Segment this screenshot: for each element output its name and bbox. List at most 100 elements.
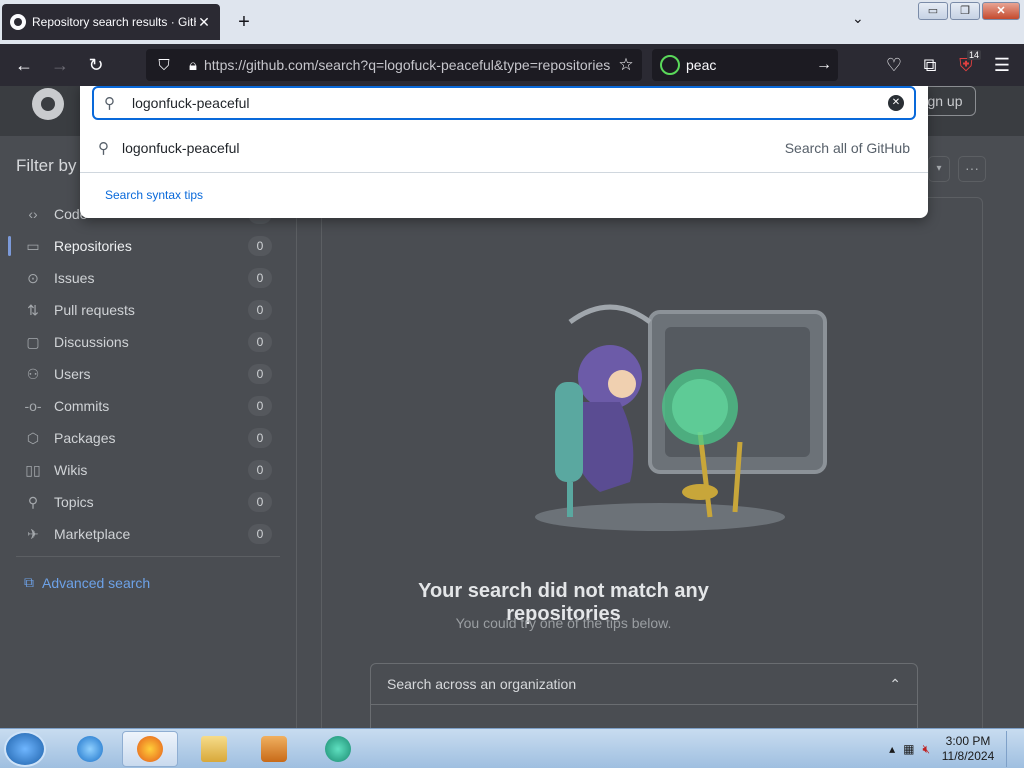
shield-icon[interactable]: ⛉	[146, 57, 182, 74]
search-across-org-accordion[interactable]: Search across an organization ⌃	[370, 663, 918, 705]
close-window-button[interactable]: ✕	[982, 2, 1020, 20]
clock-date: 11/8/2024	[941, 749, 995, 763]
sidebar-item-issues[interactable]: ⊙ Issues 0	[8, 262, 284, 294]
accordion-label: Search across an organization	[387, 676, 577, 692]
internet-explorer-taskbar-icon[interactable]	[62, 731, 118, 767]
sidebar-item-label: Marketplace	[54, 526, 131, 542]
sidebar-item-marketplace[interactable]: ✈ Marketplace 0	[8, 518, 284, 550]
sidebar-item-packages[interactable]: ⬡ Packages 0	[8, 422, 284, 454]
repo-icon: ▭	[26, 237, 40, 254]
search-icon: ⚲	[104, 95, 115, 112]
people-icon: ⚇	[26, 365, 40, 382]
search-syntax-tips-link[interactable]: Search syntax tips	[105, 188, 203, 202]
window-controls: ▭ ❐ ✕	[918, 2, 1020, 20]
package-icon: ⬡	[26, 429, 40, 446]
browser-search-query[interactable]: peac	[686, 57, 810, 73]
sidebar-item-pull-requests[interactable]: ⇅ Pull requests 0	[8, 294, 284, 326]
count-badge: 0	[248, 236, 272, 256]
more-options-icon[interactable]: ···	[958, 156, 986, 182]
start-button[interactable]	[4, 731, 46, 767]
sidebar-item-label: Wikis	[54, 462, 88, 478]
search-suggestions-dialog: ⚲ logonfuck-peaceful ✕ ⚲ logonfuck-peace…	[80, 86, 928, 218]
sidebar-item-topics[interactable]: ⚲ Topics 0	[8, 486, 284, 518]
browser-search-box[interactable]: peac →	[652, 49, 838, 81]
browser-tab-strip: Repository search results · GitHub ✕ + ⌄…	[0, 0, 1024, 44]
sort-dropdown-chevron-icon[interactable]: ▾	[928, 156, 950, 182]
search-suggestion-item[interactable]: ⚲ logonfuck-peaceful Search all of GitHu…	[80, 130, 928, 166]
media-player-taskbar-icon[interactable]	[246, 731, 302, 767]
hamburger-menu-icon[interactable]: ☰	[984, 47, 1020, 83]
search-input-value[interactable]: logonfuck-peaceful	[132, 95, 888, 111]
sidebar-border	[296, 170, 297, 728]
mona-telescope-illustration	[535, 304, 827, 531]
extensions-puzzle-icon[interactable]: ⧉	[912, 47, 948, 83]
firefox-taskbar-icon[interactable]	[122, 731, 178, 767]
sidebar-item-repositories[interactable]: ▭ Repositories 0	[8, 230, 284, 262]
dialog-divider	[80, 172, 928, 173]
show-hidden-icons-icon[interactable]: ▴	[889, 742, 895, 756]
clock[interactable]: 3:00 PM 11/8/2024	[938, 734, 998, 764]
tag-icon: ⚲	[27, 493, 39, 510]
sidebar-item-label: Issues	[54, 270, 95, 286]
sidebar-item-discussions[interactable]: ▢ Discussions 0	[8, 326, 284, 358]
sidebar-item-label: Topics	[54, 494, 94, 510]
volume-muted-icon[interactable]: 🔇︎	[922, 742, 930, 757]
toolbar-right: ♡ ⧉ ⛨ 14 ☰	[876, 47, 1020, 83]
tab-title: Repository search results · GitHub	[32, 15, 196, 29]
sidebar-item-label: Commits	[54, 398, 110, 414]
count-badge: 0	[248, 428, 272, 448]
new-tab-button[interactable]: +	[232, 10, 256, 34]
sidebar-divider	[16, 556, 280, 557]
issue-icon: ⊙	[27, 269, 39, 286]
sidebar-item-label: Discussions	[54, 334, 129, 350]
count-badge: 0	[248, 364, 272, 384]
count-badge: 0	[248, 268, 272, 288]
list-all-tabs-button[interactable]: ⌄	[852, 10, 864, 27]
rocket-icon: ✈	[27, 525, 39, 542]
back-arrow-icon[interactable]: ←	[6, 47, 42, 83]
search-go-arrow-icon[interactable]: →	[810, 56, 838, 74]
clear-search-icon[interactable]: ✕	[888, 95, 904, 111]
pull-request-icon: ⇅	[27, 301, 39, 318]
extension-badge: 14	[966, 50, 981, 60]
browser-tab[interactable]: Repository search results · GitHub ✕	[2, 4, 220, 40]
browser-navbar: ← → ↻ ⛉ 🔒︎ https://github.com/search?q=l…	[0, 44, 1024, 86]
chevron-up-icon: ⌃	[889, 675, 901, 692]
book-icon: ▯▯	[25, 461, 41, 478]
count-badge: 0	[248, 460, 272, 480]
ublock-extension-icon[interactable]: ⛨ 14	[948, 47, 984, 83]
count-badge: 0	[248, 332, 272, 352]
sidebar-item-label: Users	[54, 366, 91, 382]
address-bar[interactable]: ⛉ 🔒︎ https://github.com/search?q=logofuc…	[146, 49, 642, 81]
discussion-icon: ▢	[26, 333, 40, 350]
system-tray: ▴ ▦ 🔇︎ 3:00 PM 11/8/2024	[889, 731, 1020, 767]
count-badge: 0	[248, 524, 272, 544]
advanced-search-link[interactable]: ⧉ Advanced search	[24, 574, 150, 591]
sidebar-item-commits[interactable]: -o- Commits 0	[8, 390, 284, 422]
count-badge: 0	[248, 492, 272, 512]
restore-button[interactable]: ❐	[950, 2, 980, 20]
url-text[interactable]: https://github.com/search?q=logofuck-pea…	[204, 57, 610, 73]
app-taskbar-icon[interactable]	[310, 731, 366, 767]
tab-close-icon[interactable]: ✕	[196, 14, 212, 31]
sidebar-item-label: Pull requests	[54, 302, 135, 318]
accordion-body	[370, 704, 918, 728]
sidebar-item-wikis[interactable]: ▯▯ Wikis 0	[8, 454, 284, 486]
network-icon[interactable]: ▦	[903, 742, 914, 756]
count-badge: 0	[248, 300, 272, 320]
suggestion-text: logonfuck-peaceful	[122, 140, 240, 156]
forward-arrow-icon[interactable]: →	[42, 47, 78, 83]
github-logo-icon[interactable]	[32, 88, 64, 120]
show-desktop-button[interactable]	[1006, 731, 1020, 767]
lock-icon[interactable]: 🔒︎	[182, 57, 204, 74]
search-engine-icon[interactable]	[660, 55, 680, 75]
sidebar-item-users[interactable]: ⚇ Users 0	[8, 358, 284, 390]
file-explorer-taskbar-icon[interactable]	[186, 731, 242, 767]
reload-icon[interactable]: ↻	[78, 47, 114, 83]
pocket-icon[interactable]: ♡	[876, 47, 912, 83]
search-input[interactable]: ⚲ logonfuck-peaceful ✕	[92, 86, 916, 120]
minimize-button[interactable]: ▭	[918, 2, 948, 20]
external-link-icon: ⧉	[24, 574, 34, 590]
bookmark-star-icon[interactable]: ☆	[610, 55, 642, 75]
code-icon: ‹›	[28, 206, 38, 222]
